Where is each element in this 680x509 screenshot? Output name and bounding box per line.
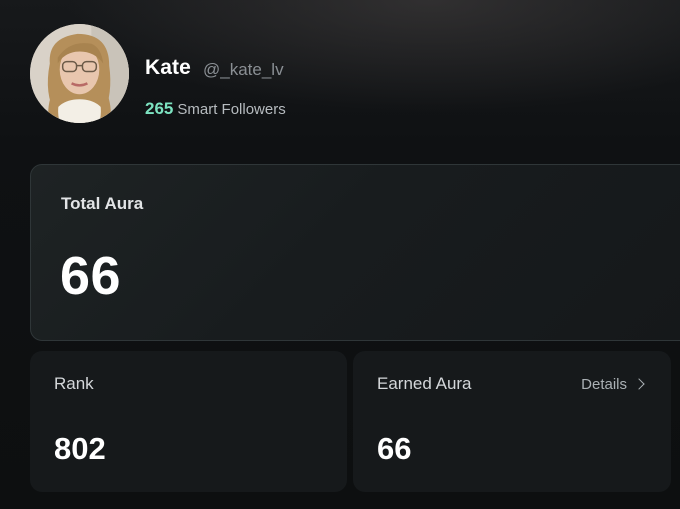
profile-name: Kate bbox=[145, 56, 191, 79]
total-aura-card: Total Aura 66 bbox=[30, 164, 680, 341]
rank-label: Rank bbox=[54, 374, 94, 393]
rank-value: 802 bbox=[54, 431, 106, 466]
earned-aura-label: Earned Aura bbox=[377, 374, 472, 393]
rank-card: Rank 802 bbox=[30, 351, 347, 492]
chevron-right-icon bbox=[633, 378, 645, 390]
earned-aura-value: 66 bbox=[377, 431, 412, 466]
details-link[interactable]: Details bbox=[581, 376, 645, 393]
smart-followers-label: Smart Followers bbox=[177, 101, 286, 118]
smart-followers-count: 265 bbox=[145, 99, 174, 118]
avatar[interactable] bbox=[30, 24, 129, 123]
total-aura-value: 66 bbox=[60, 246, 122, 306]
total-aura-label: Total Aura bbox=[61, 194, 144, 213]
details-label: Details bbox=[581, 376, 627, 393]
profile-page: Kate @_kate_lv 265 Smart Followers Total … bbox=[0, 0, 680, 509]
profile-handle[interactable]: @_kate_lv bbox=[203, 60, 284, 80]
avatar-photo bbox=[30, 24, 129, 123]
smart-followers[interactable]: 265 Smart Followers bbox=[145, 99, 286, 119]
earned-aura-card: Earned Aura Details 66 bbox=[353, 351, 671, 492]
